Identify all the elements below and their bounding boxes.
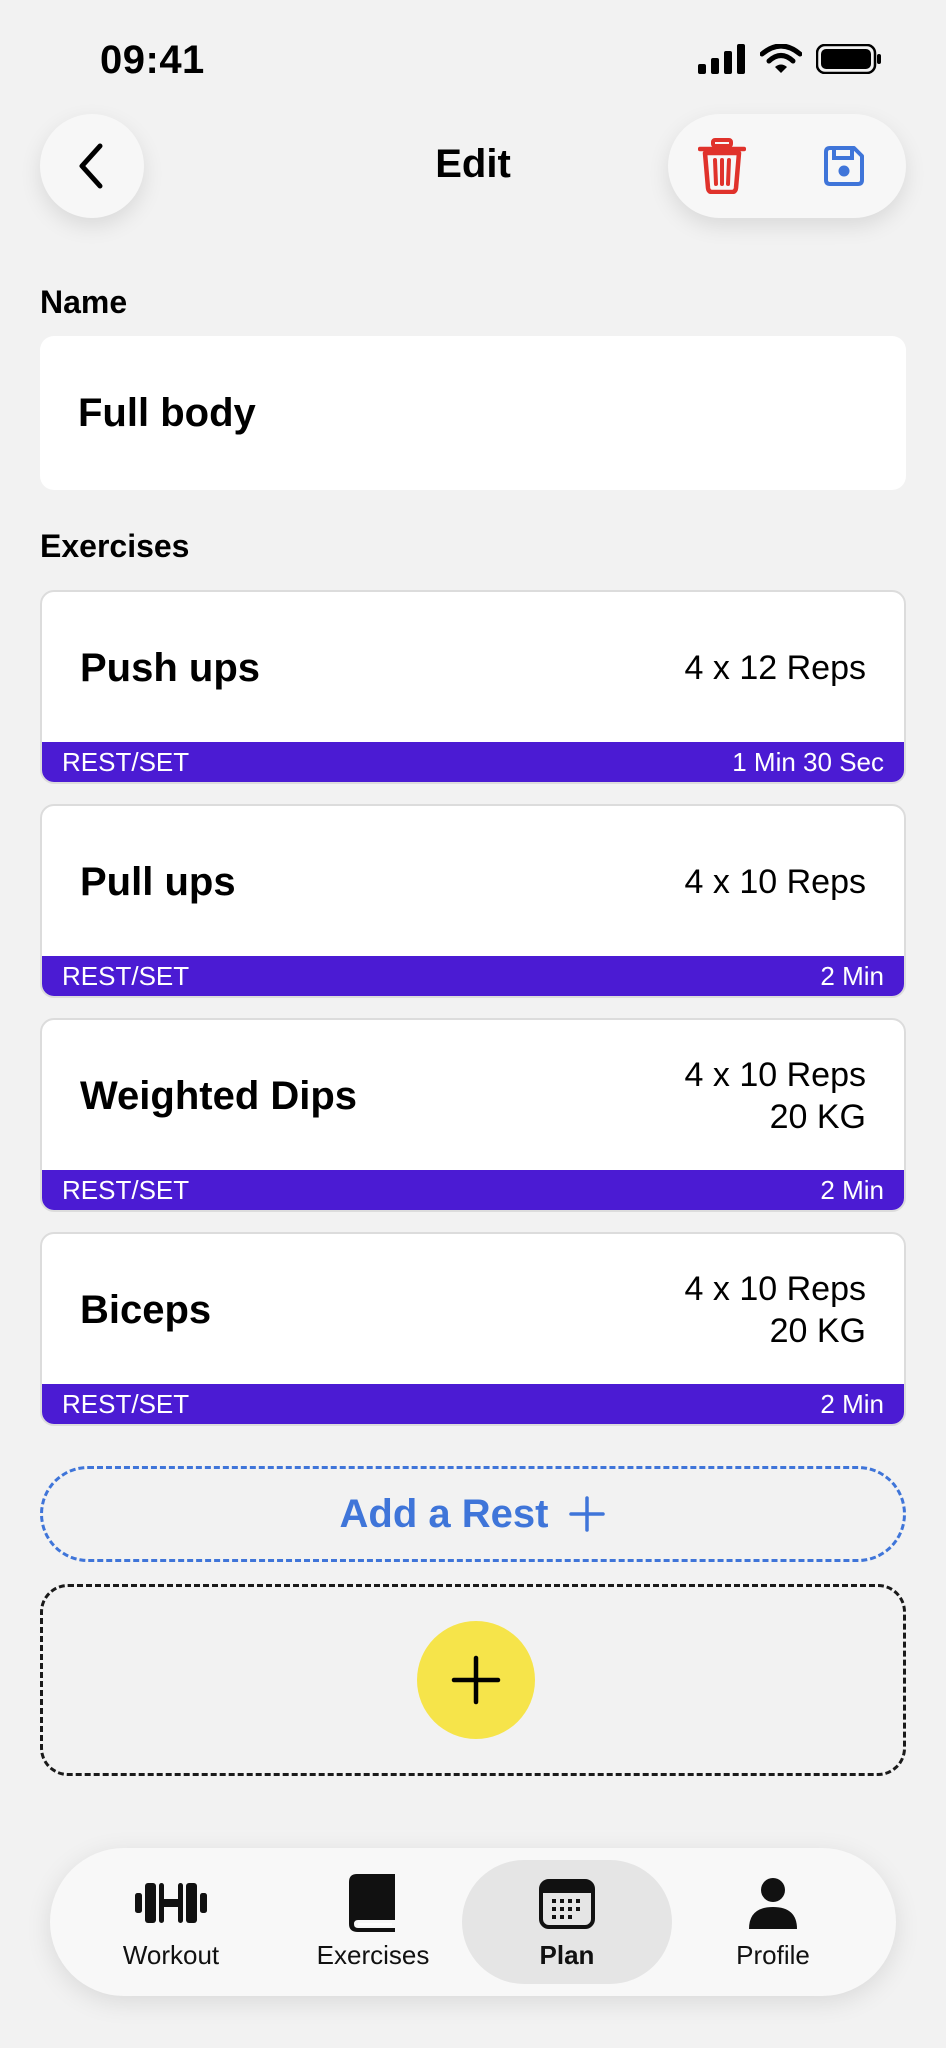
- wifi-icon: [760, 44, 802, 73]
- add-rest-label: Add a Rest: [339, 1491, 549, 1536]
- exercise-card[interactable]: Weighted Dips 4 x 10 Reps 20 KG REST/SET…: [40, 1018, 906, 1212]
- add-exercise-area[interactable]: [40, 1584, 906, 1776]
- delete-button[interactable]: [694, 138, 750, 194]
- tab-plan[interactable]: Plan: [462, 1860, 672, 1984]
- tab-exercises[interactable]: Exercises: [268, 1860, 478, 1984]
- name-label: Name: [40, 284, 128, 320]
- rest-value: 2 Min: [820, 1388, 884, 1419]
- trash-icon: [698, 138, 746, 194]
- rest-value: 2 Min: [820, 960, 884, 991]
- battery-icon: [816, 44, 881, 74]
- tab-label: Exercises: [316, 1940, 430, 1970]
- add-rest-button[interactable]: Add a Rest: [40, 1466, 906, 1562]
- rest-bar: REST/SET 2 Min: [42, 956, 904, 996]
- tab-bar: Workout Exercises Plan Profile: [50, 1848, 896, 1996]
- status-time: 09:41: [100, 38, 205, 82]
- rest-bar: REST/SET 2 Min: [42, 1170, 904, 1210]
- rest-bar: REST/SET 2 Min: [42, 1384, 904, 1424]
- exercise-sets-reps: 4 x 10 Reps: [684, 1270, 866, 1308]
- exercise-card[interactable]: Push ups 4 x 12 Reps REST/SET 1 Min 30 S…: [40, 590, 906, 784]
- exercise-name: Pull ups: [80, 859, 236, 904]
- status-bar: 09:41: [0, 0, 946, 110]
- exercise-detail: 4 x 12 Reps: [685, 592, 866, 744]
- exercise-name: Push ups: [80, 645, 261, 690]
- plus-icon: [451, 1655, 501, 1705]
- add-exercise-button[interactable]: [417, 1621, 535, 1739]
- rest-value: 2 Min: [820, 1174, 884, 1205]
- tab-profile[interactable]: Profile: [668, 1860, 878, 1984]
- exercise-card[interactable]: Pull ups 4 x 10 Reps REST/SET 2 Min: [40, 804, 906, 998]
- person-icon: [749, 1878, 797, 1929]
- header: Edit: [0, 112, 946, 224]
- exercise-detail: 4 x 10 Reps: [685, 806, 866, 958]
- exercise-detail: 4 x 10 Reps 20 KG: [685, 1234, 866, 1386]
- calendar-icon: [539, 1879, 595, 1929]
- exercise-detail: 4 x 10 Reps 20 KG: [685, 1020, 866, 1172]
- rest-label: REST/SET: [62, 746, 190, 777]
- exercises-label: Exercises: [40, 528, 190, 564]
- exercise-sets-reps: 4 x 12 Reps: [684, 649, 866, 687]
- save-button[interactable]: [816, 138, 872, 194]
- exercise-weight: 20 KG: [769, 1312, 866, 1350]
- name-field[interactable]: Full body: [40, 336, 906, 490]
- tab-label: Profile: [736, 1940, 810, 1970]
- exercise-name: Biceps: [80, 1287, 212, 1332]
- status-icons: [698, 44, 882, 74]
- tab-label: Workout: [122, 1940, 220, 1970]
- exercise-name: Weighted Dips: [80, 1073, 358, 1118]
- signal-icon: [698, 44, 745, 74]
- exercise-card[interactable]: Biceps 4 x 10 Reps 20 KG REST/SET 2 Min: [40, 1232, 906, 1426]
- dumbbell-icon: [135, 1883, 207, 1923]
- tab-workout[interactable]: Workout: [66, 1860, 276, 1984]
- rest-bar: REST/SET 1 Min 30 Sec: [42, 742, 904, 782]
- exercise-sets-reps: 4 x 10 Reps: [684, 863, 866, 901]
- plus-icon: [569, 1496, 606, 1532]
- action-pill: [668, 114, 906, 218]
- rest-value: 1 Min 30 Sec: [732, 746, 884, 777]
- rest-label: REST/SET: [62, 1388, 190, 1419]
- book-icon: [349, 1874, 395, 1932]
- exercise-weight: 20 KG: [769, 1098, 866, 1136]
- tab-label: Plan: [539, 1940, 595, 1970]
- exercise-sets-reps: 4 x 10 Reps: [684, 1056, 866, 1094]
- save-icon: [824, 146, 864, 186]
- rest-label: REST/SET: [62, 960, 190, 991]
- rest-label: REST/SET: [62, 1174, 190, 1205]
